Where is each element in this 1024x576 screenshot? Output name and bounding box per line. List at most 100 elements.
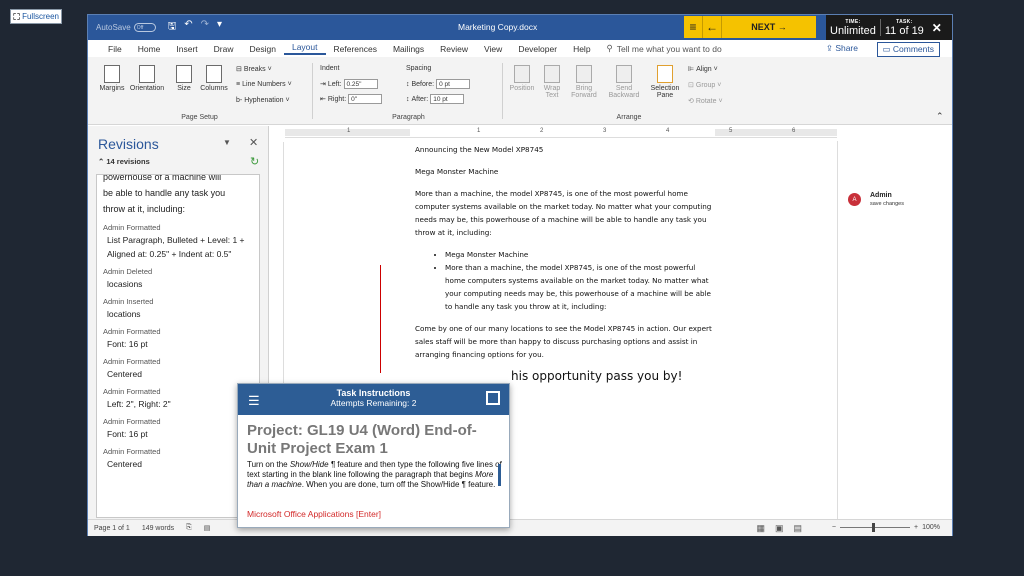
tab-file[interactable]: File [100, 44, 130, 54]
position-button[interactable]: Position [508, 65, 536, 92]
tab-developer[interactable]: Developer [510, 44, 565, 54]
autosave-toggle[interactable]: AutoSave Off [96, 23, 156, 32]
columns-button[interactable]: Columns [198, 65, 230, 92]
spacing-before-icon: ↕ [406, 80, 410, 88]
print-layout-icon[interactable]: ▣ [775, 523, 784, 534]
revision-detail[interactable]: Font: 16 pt [103, 427, 253, 441]
customize-qat-icon[interactable]: ▾ [217, 19, 222, 36]
horizontal-ruler[interactable]: 1 1 2 3 4 5 6 [285, 128, 837, 138]
read-mode-icon[interactable]: ▦ [756, 523, 765, 534]
doc-paragraph[interactable]: More than a machine, the model XP8745, i… [415, 187, 715, 239]
exam-next-button[interactable]: NEXT → [722, 16, 816, 38]
zoom-slider-thumb[interactable] [872, 523, 875, 532]
revision-detail[interactable]: Font: 16 pt [103, 337, 253, 351]
revision-detail[interactable]: Left: 2", Right: 2" [103, 397, 253, 411]
revision-detail[interactable]: Centered [103, 367, 253, 381]
indent-left-input[interactable]: 0.25" [343, 79, 378, 89]
group-label: Group ˅ [695, 81, 722, 89]
exam-menu-button[interactable]: ≡ [684, 16, 703, 38]
doc-heading[interactable]: Announcing the New Model XP8745 [415, 143, 715, 156]
task-text-italic: Show/Hide ¶ [289, 460, 336, 469]
tab-references[interactable]: References [326, 44, 385, 54]
revision-detail[interactable]: locations [103, 307, 253, 321]
revisions-count[interactable]: ⌃ 14 revisions [98, 157, 150, 166]
tab-layout[interactable]: Layout [283, 42, 326, 55]
tab-design[interactable]: Design [242, 44, 284, 54]
tell-me-box[interactable]: ⚲ Tell me what you want to do [607, 43, 722, 54]
tab-review[interactable]: Review [432, 44, 476, 54]
bring-forward-button[interactable]: Bring Forward [568, 65, 600, 99]
web-layout-icon[interactable]: ▤ [793, 523, 802, 534]
zoom-slider[interactable] [840, 523, 910, 532]
exam-back-button[interactable]: ← [703, 16, 722, 38]
proofing-icon[interactable]: ⎘ [186, 524, 192, 532]
fullscreen-button[interactable]: Fullscreen [10, 9, 62, 24]
tab-home[interactable]: Home [130, 44, 169, 54]
revision-detail[interactable]: Centered [103, 457, 253, 471]
macro-icon[interactable]: ▤ [204, 524, 211, 532]
expand-panel-icon[interactable] [486, 391, 500, 405]
breaks-label: Breaks ˅ [243, 65, 272, 73]
tab-insert[interactable]: Insert [168, 44, 205, 54]
breaks-button[interactable]: ⊟ Breaks ˅ [236, 65, 272, 74]
rotate-button[interactable]: ⟲ Rotate ˅ [688, 97, 723, 106]
hyphenation-button[interactable]: b- Hyphenation ˅ [236, 97, 290, 104]
close-revisions-icon[interactable]: ✕ [249, 136, 258, 149]
task-title: Task Instructions [336, 388, 411, 398]
revision-detail[interactable]: locasions [103, 277, 253, 291]
indent-left-icon: ⇥ [320, 81, 326, 88]
revisions-dropdown-icon[interactable]: ▼ [223, 138, 231, 147]
tab-view[interactable]: View [476, 44, 510, 54]
refresh-icon[interactable]: ↻ [250, 155, 259, 168]
selection-pane-button[interactable]: Selection Pane [648, 65, 682, 99]
zoom-control: − + 100% [832, 523, 940, 532]
doc-paragraph[interactable]: Come by one of our many locations to see… [415, 322, 715, 361]
task-text: Turn on the [247, 460, 290, 469]
wrap-text-button[interactable]: Wrap Text [540, 65, 564, 99]
word-count[interactable]: 149 words [142, 525, 174, 532]
spacing-after-input[interactable]: 10 pt [430, 94, 465, 104]
zoom-level[interactable]: 100% [922, 524, 940, 531]
group-button[interactable]: ⊡ Group ˅ [688, 81, 722, 90]
save-icon[interactable]: 🖫 [168, 19, 177, 36]
collapse-ribbon-icon[interactable]: ⌃ [936, 111, 944, 122]
comment-text[interactable]: save changes [870, 201, 904, 207]
line-numbers-button[interactable]: ≡ Line Numbers ˅ [236, 81, 292, 88]
task-footer-link[interactable]: Microsoft Office Applications [Enter] [247, 509, 381, 519]
align-button[interactable]: ⊫ Align ˅ [688, 65, 718, 74]
redo-icon[interactable]: ↷ [201, 19, 209, 36]
spacing-after-label: After: [411, 95, 429, 103]
comment-icon: ▭ [882, 44, 893, 54]
comments-button[interactable]: ▭ Comments [876, 42, 940, 57]
send-backward-button[interactable]: Send Backward [604, 65, 644, 99]
undo-icon[interactable]: ↶ [184, 19, 192, 36]
indent-right: ⇤ Right: 0" [320, 94, 383, 104]
share-button[interactable]: ⇪ Share [826, 43, 858, 54]
size-button[interactable]: Size [172, 65, 196, 92]
rotate-icon: ⟲ [688, 98, 694, 105]
orientation-button[interactable]: Orientation [126, 65, 168, 92]
page-count[interactable]: Page 1 of 1 [94, 525, 130, 532]
document-page[interactable]: Announcing the New Model XP8745 Mega Mon… [415, 143, 715, 392]
tab-mailings[interactable]: Mailings [385, 44, 432, 54]
autosave-switch[interactable]: Off [133, 23, 156, 32]
spacing-before-input[interactable]: 0 pt [436, 79, 471, 89]
task-scrollbar[interactable] [498, 464, 501, 486]
tab-draw[interactable]: Draw [206, 44, 242, 54]
zoom-out-icon[interactable]: − [832, 524, 836, 531]
lightbulb-icon: ⚲ [606, 43, 613, 53]
indent-right-input[interactable]: 0" [348, 94, 383, 104]
doc-bullet-item[interactable]: Mega Monster Machine [445, 248, 715, 261]
doc-bullet-item[interactable]: More than a machine, the model XP8745, i… [445, 261, 715, 313]
doc-subheading[interactable]: Mega Monster Machine [415, 165, 715, 178]
document-title: Marketing Copy.docx [458, 22, 538, 32]
zoom-in-icon[interactable]: + [914, 524, 918, 531]
margins-button[interactable]: Margins [94, 65, 130, 92]
revision-detail[interactable]: List Paragraph, Bulleted + Level: 1 + Al… [103, 233, 253, 261]
tab-help[interactable]: Help [565, 44, 598, 54]
size-label: Size [177, 85, 191, 92]
revisions-list[interactable]: powerhouse of a machine will be able to … [96, 174, 260, 518]
doc-closing-line[interactable]: his opportunity pass you by! [415, 370, 715, 383]
paragraph-label: Paragraph [392, 114, 425, 121]
close-exam-icon[interactable]: ✕ [928, 15, 946, 40]
